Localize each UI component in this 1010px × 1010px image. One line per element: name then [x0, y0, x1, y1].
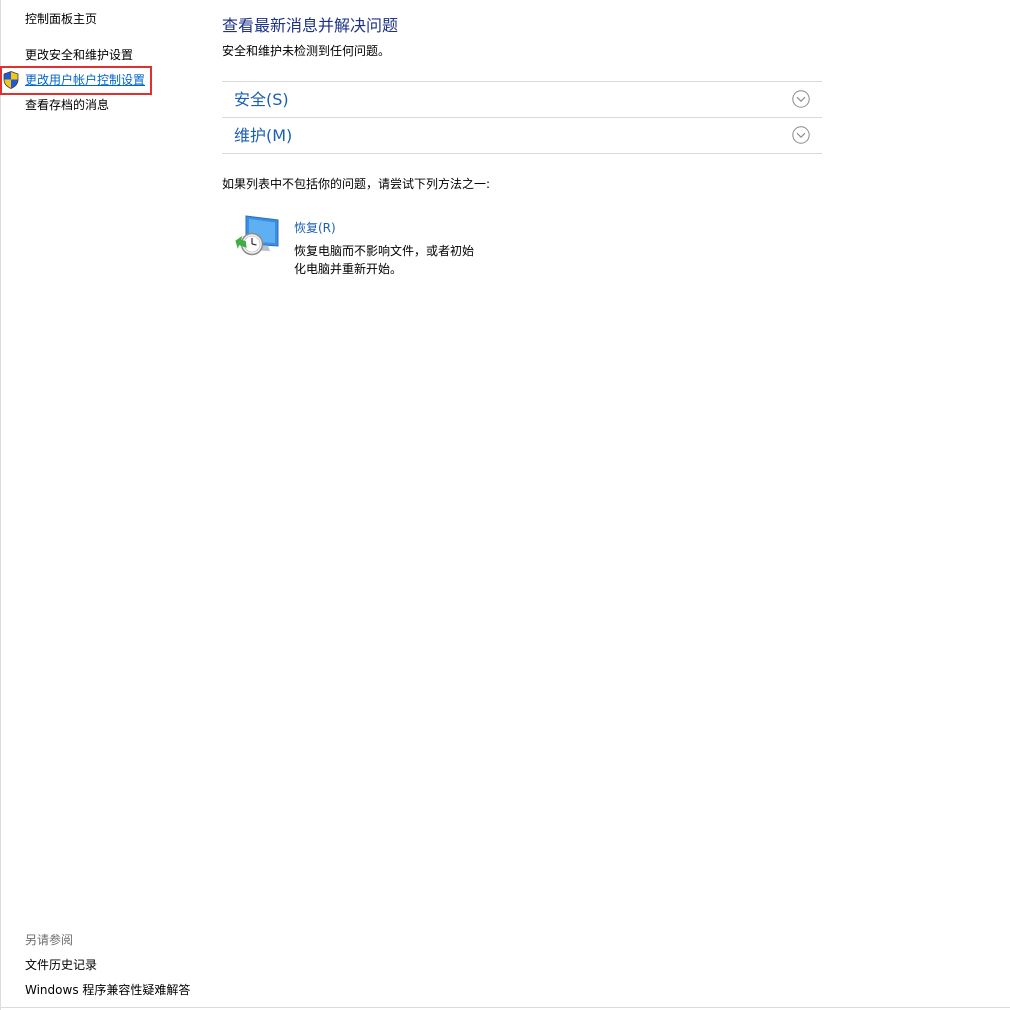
uac-shield-icon — [3, 71, 19, 89]
recovery-monitor-clock-icon[interactable] — [232, 214, 280, 260]
see-also-compat-troubleshooter[interactable]: Windows 程序兼容性疑难解答 — [25, 982, 190, 998]
security-section-header[interactable]: 安全(S) — [222, 82, 822, 117]
see-also-file-history[interactable]: 文件历史记录 — [25, 957, 97, 973]
security-maintenance-window: 控制面板主页 更改安全和维护设置 更改用户帐户控制设置 查看存档的消息 另请参阅… — [0, 0, 1010, 1010]
nav-change-uac-settings[interactable]: 更改用户帐户控制设置 — [25, 72, 145, 88]
nav-change-security-settings[interactable]: 更改安全和维护设置 — [25, 47, 133, 63]
page-title: 查看最新消息并解决问题 — [222, 16, 399, 35]
recovery-description: 恢复电脑而不影响文件，或者初始化电脑并重新开始。 — [294, 244, 475, 276]
help-text: 如果列表中不包括你的问题，请尝试下列方法之一: — [222, 177, 491, 191]
security-section-label: 安全(S) — [234, 90, 289, 109]
nav-view-archived-messages[interactable]: 查看存档的消息 — [25, 97, 109, 113]
see-also-heading: 另请参阅 — [25, 933, 74, 947]
chevron-down-circle-icon[interactable] — [792, 126, 810, 144]
maintenance-section-label: 维护(M) — [234, 126, 293, 145]
maintenance-section-header[interactable]: 维护(M) — [222, 118, 822, 153]
page-subtitle: 安全和维护未检测到任何问题。 — [222, 44, 391, 58]
chevron-down-circle-icon[interactable] — [792, 90, 810, 108]
left-border — [0, 0, 1, 1010]
bottom-border — [0, 1007, 1010, 1008]
divider — [222, 153, 822, 154]
recovery-link[interactable]: 恢复(R) — [294, 220, 336, 236]
nav-control-panel-home[interactable]: 控制面板主页 — [25, 11, 97, 27]
